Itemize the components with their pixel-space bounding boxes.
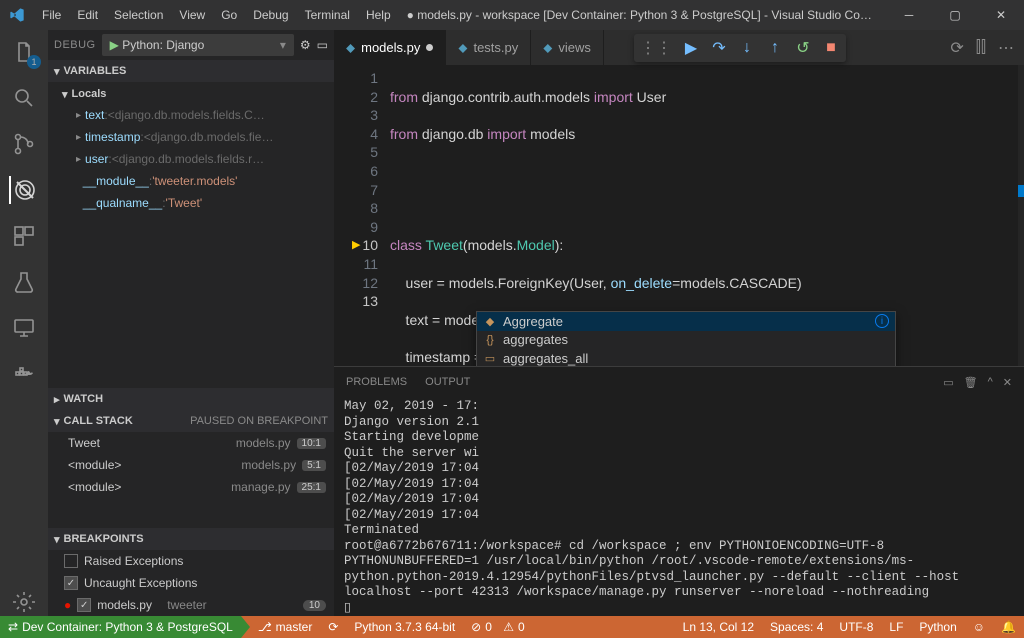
stack-frame[interactable]: <module>models.py5:1 <box>48 454 334 476</box>
settings-gear-icon[interactable] <box>10 588 38 616</box>
breakpoint-arrow-icon: ▶ <box>352 236 360 255</box>
variables-scope[interactable]: ▾Locals <box>48 84 334 104</box>
maximize-button[interactable]: ▢ <box>932 0 978 30</box>
activity-bar <box>0 30 48 616</box>
close-button[interactable]: ✕ <box>978 0 1024 30</box>
checkbox-checked-icon[interactable]: ✓ <box>64 576 78 590</box>
variable-row[interactable]: ▸timestamp: <django.db.models.fie… <box>48 126 334 148</box>
search-icon[interactable] <box>10 84 38 112</box>
close-panel-icon[interactable]: ✕ <box>1003 376 1012 389</box>
remote-explorer-icon[interactable] <box>10 314 38 342</box>
debug-config-name: Python: Django <box>122 38 204 52</box>
autocomplete-item[interactable]: ▭aggregates_all <box>477 349 895 366</box>
autocomplete-item[interactable]: {}aggregates <box>477 331 895 350</box>
debug-icon[interactable] <box>9 176 37 204</box>
kill-terminal-icon[interactable]: 🗑 <box>964 376 978 389</box>
breakpoint-toggle[interactable]: Raised Exceptions <box>48 550 334 572</box>
breakpoints-header[interactable]: ▾BREAKPOINTS <box>48 528 334 550</box>
compare-icon[interactable]: ⟳ <box>950 38 963 58</box>
chevron-down-icon: ▾ <box>280 38 286 52</box>
panel-tab-output[interactable]: OUTPUT <box>425 376 470 388</box>
restart-icon[interactable]: ↺ <box>794 39 812 57</box>
debug-toolbar[interactable]: ⋮⋮ ▶ ↷ ↓ ↑ ↺ ■ <box>634 34 846 62</box>
debug-console-icon[interactable]: ▭ <box>317 38 328 52</box>
separator-icon <box>241 616 250 638</box>
menu-view[interactable]: View <box>171 0 213 30</box>
menu-help[interactable]: Help <box>358 0 399 30</box>
window-controls: ─ ▢ ✕ <box>886 0 1024 30</box>
debug-config-bar: DEBUG ▶ Python: Django ▾ ⚙ ▭ <box>48 30 334 60</box>
tab-views[interactable]: ⬥views <box>531 30 604 65</box>
split-icon[interactable]: ⫿⫿ <box>976 39 986 57</box>
stack-frame[interactable]: <module>manage.py25:1 <box>48 476 334 498</box>
gear-icon[interactable]: ⚙ <box>300 38 311 52</box>
menu-go[interactable]: Go <box>213 0 245 30</box>
variable-icon: ▭ <box>483 351 497 365</box>
source-control-icon[interactable] <box>10 130 38 158</box>
new-terminal-icon[interactable]: ▭ <box>943 376 953 389</box>
menu-file[interactable]: File <box>34 0 69 30</box>
explorer-icon[interactable] <box>10 38 38 66</box>
code-editor[interactable]: 123456789 ▶10 111213 from django.contrib… <box>334 65 1024 366</box>
watch-header[interactable]: ▸WATCH <box>48 388 334 410</box>
debug-config-select[interactable]: ▶ Python: Django ▾ <box>102 34 294 56</box>
continue-icon[interactable]: ▶ <box>682 39 700 57</box>
info-icon[interactable]: i <box>875 314 889 328</box>
variable-row[interactable]: __module__: 'tweeter.models' <box>48 170 334 192</box>
dirty-dot-icon <box>426 44 433 51</box>
step-into-icon[interactable]: ↓ <box>738 39 756 57</box>
variable-row[interactable]: ▸user: <django.db.models.fields.r… <box>48 148 334 170</box>
variable-row[interactable]: ▸text: <django.db.models.fields.C… <box>48 104 334 126</box>
breakpoint-toggle[interactable]: ✓Uncaught Exceptions <box>48 572 334 594</box>
checkbox-icon[interactable] <box>64 554 78 568</box>
step-over-icon[interactable]: ↷ <box>710 39 728 57</box>
editor-area: ⬥models.py ⬥tests.py ⬥views ⟳ ⫿⫿ ⋯ ⋮⋮ ▶ … <box>334 30 1024 616</box>
test-icon[interactable] <box>10 268 38 296</box>
editor-actions: ⟳ ⫿⫿ ⋯ <box>950 30 1024 65</box>
menu-selection[interactable]: Selection <box>106 0 171 30</box>
drag-handle-icon[interactable]: ⋮⋮ <box>640 38 672 58</box>
step-out-icon[interactable]: ↑ <box>766 39 784 57</box>
minimap[interactable] <box>1018 65 1024 366</box>
docker-icon[interactable] <box>10 360 38 388</box>
callstack-header[interactable]: ▾CALL STACKPAUSED ON BREAKPOINT <box>48 410 334 432</box>
bottom-panel: PROBLEMS OUTPUT ▭ 🗑 ^ ✕ May 02, 2019 - 1… <box>334 366 1024 616</box>
vscode-logo-icon <box>0 7 34 23</box>
remote-indicator[interactable]: ⇄Dev Container: Python 3 & PostgreSQL <box>0 616 241 638</box>
play-icon: ▶ <box>110 38 119 52</box>
gutter: 123456789 ▶10 111213 <box>334 65 390 366</box>
autocomplete-popup[interactable]: ◆Aggregatei {}aggregates ▭aggregates_all… <box>476 311 896 366</box>
stack-frame[interactable]: Tweetmodels.py10:1 <box>48 432 334 454</box>
module-icon: {} <box>483 333 497 347</box>
extensions-icon[interactable] <box>10 222 38 250</box>
maximize-panel-icon[interactable]: ^ <box>988 376 993 389</box>
minimize-button[interactable]: ─ <box>886 0 932 30</box>
menu-debug[interactable]: Debug <box>245 0 296 30</box>
status-bar: ⇄Dev Container: Python 3 & PostgreSQL ⎇m… <box>0 616 1024 638</box>
window-title: ● models.py - workspace [Dev Container: … <box>399 8 886 22</box>
chevron-down-icon: ▾ <box>54 65 60 78</box>
menu-bar: File Edit Selection View Go Debug Termin… <box>34 0 399 30</box>
variable-row[interactable]: __qualname__: 'Tweet' <box>48 192 334 214</box>
tab-tests[interactable]: ⬥tests.py <box>446 30 531 65</box>
class-icon: ◆ <box>483 314 497 328</box>
menu-edit[interactable]: Edit <box>69 0 106 30</box>
breakpoint-file[interactable]: ●✓models.py tweeter10 <box>48 594 334 616</box>
debug-label: DEBUG <box>54 39 96 51</box>
stop-icon[interactable]: ■ <box>822 39 840 57</box>
panel-tab-problems[interactable]: PROBLEMS <box>346 376 407 388</box>
tab-models[interactable]: ⬥models.py <box>334 30 446 65</box>
more-icon[interactable]: ⋯ <box>998 38 1014 58</box>
callstack-frames: Tweetmodels.py10:1 <module>models.py5:1 … <box>48 432 334 498</box>
terminal-output[interactable]: May 02, 2019 - 17: Django version 2.1 St… <box>334 397 1024 616</box>
panel-tabs: PROBLEMS OUTPUT ▭ 🗑 ^ ✕ <box>334 367 1024 397</box>
variables-header[interactable]: ▾ VARIABLES <box>48 60 334 82</box>
checkbox-checked-icon[interactable]: ✓ <box>77 598 91 612</box>
title-bar: File Edit Selection View Go Debug Termin… <box>0 0 1024 30</box>
autocomplete-item[interactable]: ◆Aggregatei <box>477 312 895 331</box>
menu-terminal[interactable]: Terminal <box>297 0 358 30</box>
debug-sidebar: DEBUG ▶ Python: Django ▾ ⚙ ▭ ▾ VARIABLES… <box>48 30 334 616</box>
variables-tree: ▾Locals ▸text: <django.db.models.fields.… <box>48 82 334 216</box>
